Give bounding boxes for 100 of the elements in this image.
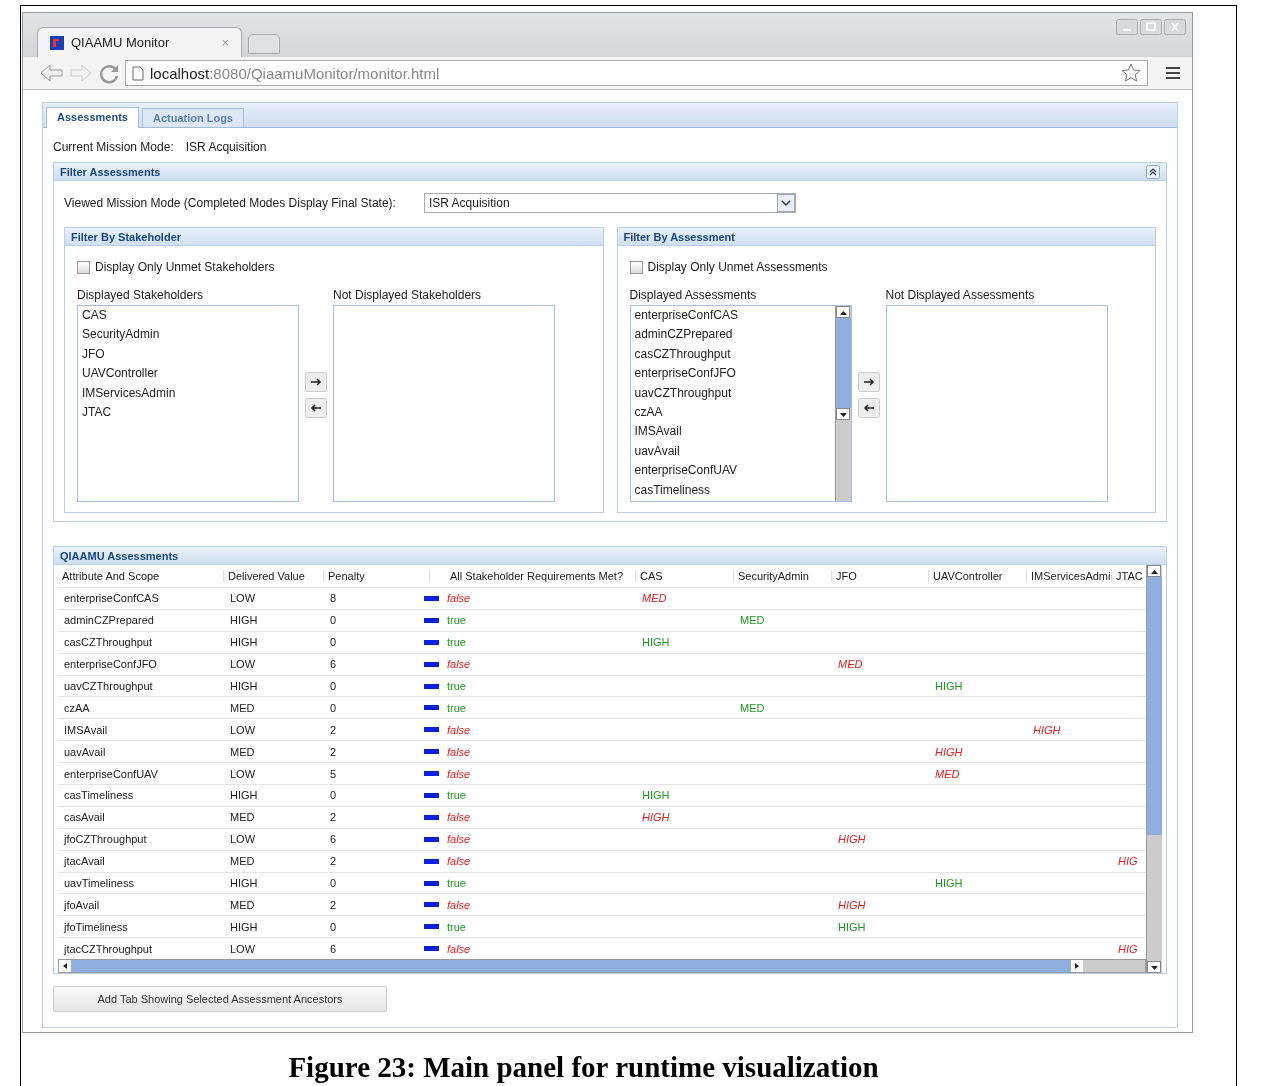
list-item[interactable]: IMServicesAdmin	[82, 384, 294, 404]
scrollbar[interactable]	[834, 306, 851, 501]
list-item[interactable]: enterpriseConfUAV	[634, 462, 831, 482]
list-item[interactable]: uavAvail	[634, 442, 831, 463]
subpanel-title: Filter By Stakeholder	[71, 230, 182, 243]
column-header[interactable]: IMServicesAdmi	[1027, 570, 1112, 582]
table-cell: MED	[740, 701, 765, 714]
table-cell-text: jfoAvail	[62, 898, 101, 911]
reload-icon[interactable]	[97, 62, 121, 84]
list-item[interactable]: casCZThroughput	[634, 345, 831, 366]
move-left-button[interactable]	[305, 398, 327, 418]
table-cell-text: 0	[329, 680, 338, 692]
collapse-icon[interactable]	[1146, 164, 1160, 179]
table-cell-text: LOW	[229, 833, 257, 846]
address-bar[interactable]: localhost:8080/QiaamuMonitor/monitor.html	[125, 60, 1148, 86]
met-status: true	[447, 636, 466, 649]
list-item[interactable]: JTAC	[82, 403, 294, 424]
list-item[interactable]: CAS	[82, 307, 294, 327]
table-cell-text: 6	[329, 658, 338, 671]
scroll-down-icon[interactable]	[835, 408, 850, 420]
list-label: Displayed Stakeholders	[77, 288, 205, 304]
list-item[interactable]: enterpriseConfJFO	[634, 365, 831, 385]
list-label: Not Displayed Assessments	[885, 288, 1036, 304]
checkbox-label: Display Only Unmet Stakeholders	[95, 260, 275, 274]
column-header[interactable]: JFO	[832, 570, 929, 582]
table-cell-text: MED	[229, 811, 256, 824]
menu-icon[interactable]	[1166, 67, 1180, 79]
table-cell-text: jfoTimeliness	[62, 920, 129, 933]
column-header[interactable]: JTAC	[1112, 570, 1146, 582]
move-right-button[interactable]	[857, 372, 880, 392]
table-cell-text: LOW	[229, 942, 257, 955]
scroll-right-icon[interactable]	[1071, 960, 1083, 973]
column-header[interactable]: SecurityAdmin	[734, 570, 832, 582]
met-status: false	[447, 855, 471, 868]
bar-icon	[424, 924, 439, 930]
minimize-icon[interactable]	[1116, 19, 1138, 35]
table-cell-text: LOW	[229, 592, 257, 605]
bar-icon	[424, 595, 439, 601]
scroll-up-icon[interactable]	[1147, 565, 1161, 577]
scroll-left-icon[interactable]	[59, 960, 71, 973]
table-cell: HIGH	[838, 898, 866, 911]
move-left-button[interactable]	[857, 398, 880, 418]
table-cell-text: 0	[329, 789, 338, 802]
tab[interactable]: Assessments	[46, 107, 139, 128]
table-cell-text: adminCZPrepared	[63, 614, 155, 627]
column-header[interactable]: Delivered Value	[224, 570, 324, 582]
horizontal-scrollbar[interactable]	[58, 959, 1146, 974]
table-cell-text: jtacCZThroughput	[62, 942, 154, 955]
table-cell: MED	[642, 592, 667, 605]
column-header[interactable]: UAVController	[929, 570, 1027, 582]
table-cell-text: casAvail	[63, 811, 106, 824]
met-status: false	[447, 723, 471, 736]
list-item[interactable]: SecurityAdmin	[82, 326, 294, 346]
table-cell-text: enterpriseConfCAS	[63, 592, 160, 605]
list-item[interactable]: uavCZThroughput	[634, 384, 831, 404]
table-cell-text: casCZThroughput	[63, 636, 154, 649]
table-cell: HIGH	[642, 789, 670, 802]
list-item[interactable]: adminCZPrepared	[634, 326, 831, 346]
checkbox-label: Display Only Unmet Assessments	[647, 260, 828, 274]
list-label: Not Displayed Stakeholders	[333, 288, 483, 304]
add-tab-button[interactable]: Add Tab Showing Selected Assessment Ancestors	[53, 986, 387, 1013]
bar-icon	[424, 617, 439, 623]
checkbox[interactable]	[629, 260, 643, 274]
move-right-button[interactable]	[305, 372, 327, 392]
scroll-up-icon[interactable]	[835, 306, 850, 318]
table-cell: HIGH	[642, 636, 670, 649]
table-cell: HIGH	[1033, 723, 1061, 736]
column-header[interactable]: Penalty	[324, 570, 430, 582]
met-status: false	[447, 942, 471, 955]
met-status: true	[447, 920, 466, 933]
table-cell-text: 8	[329, 592, 338, 605]
scroll-down-icon[interactable]	[1147, 961, 1161, 974]
table-cell-text: 2	[329, 745, 338, 758]
column-header[interactable]: Attribute And Scope	[58, 570, 224, 582]
list-item[interactable]: IMSAvail	[634, 423, 831, 443]
close-icon[interactable]	[1164, 19, 1186, 35]
table-cell-text: HIGH	[229, 877, 259, 889]
list-item[interactable]: casTimeliness	[634, 481, 831, 501]
bar-icon	[424, 836, 439, 842]
mission-mode-dropdown[interactable]: ISR Acquisition	[423, 193, 796, 213]
list-item[interactable]: UAVController	[82, 365, 294, 385]
column-header[interactable]: All Stakeholder Requirements Met?	[430, 570, 636, 582]
table-cell-text: uavAvail	[63, 745, 107, 758]
met-status: true	[447, 789, 466, 802]
list-item[interactable]: czAA	[634, 403, 831, 424]
checkbox[interactable]	[77, 260, 90, 274]
browser-tab[interactable]: QIAAMU Monitor ×	[37, 27, 242, 57]
table-cell-text: casTimeliness	[63, 789, 135, 802]
vertical-scrollbar[interactable]	[1146, 565, 1162, 974]
bar-icon	[424, 639, 439, 645]
star-icon[interactable]	[1121, 63, 1141, 83]
table-cell: MED	[935, 767, 960, 780]
table-cell-text: uavCZThroughput	[63, 680, 154, 692]
list-item[interactable]: enterpriseConfCAS	[634, 307, 831, 327]
table-cell-text: 2	[329, 723, 338, 736]
list-label: Displayed Assessments	[629, 288, 758, 304]
column-header[interactable]: CAS	[636, 570, 734, 582]
table-cell-text: 0	[329, 701, 338, 714]
table-cell: HIGH	[935, 680, 963, 692]
list-item[interactable]: JFO	[82, 345, 294, 366]
